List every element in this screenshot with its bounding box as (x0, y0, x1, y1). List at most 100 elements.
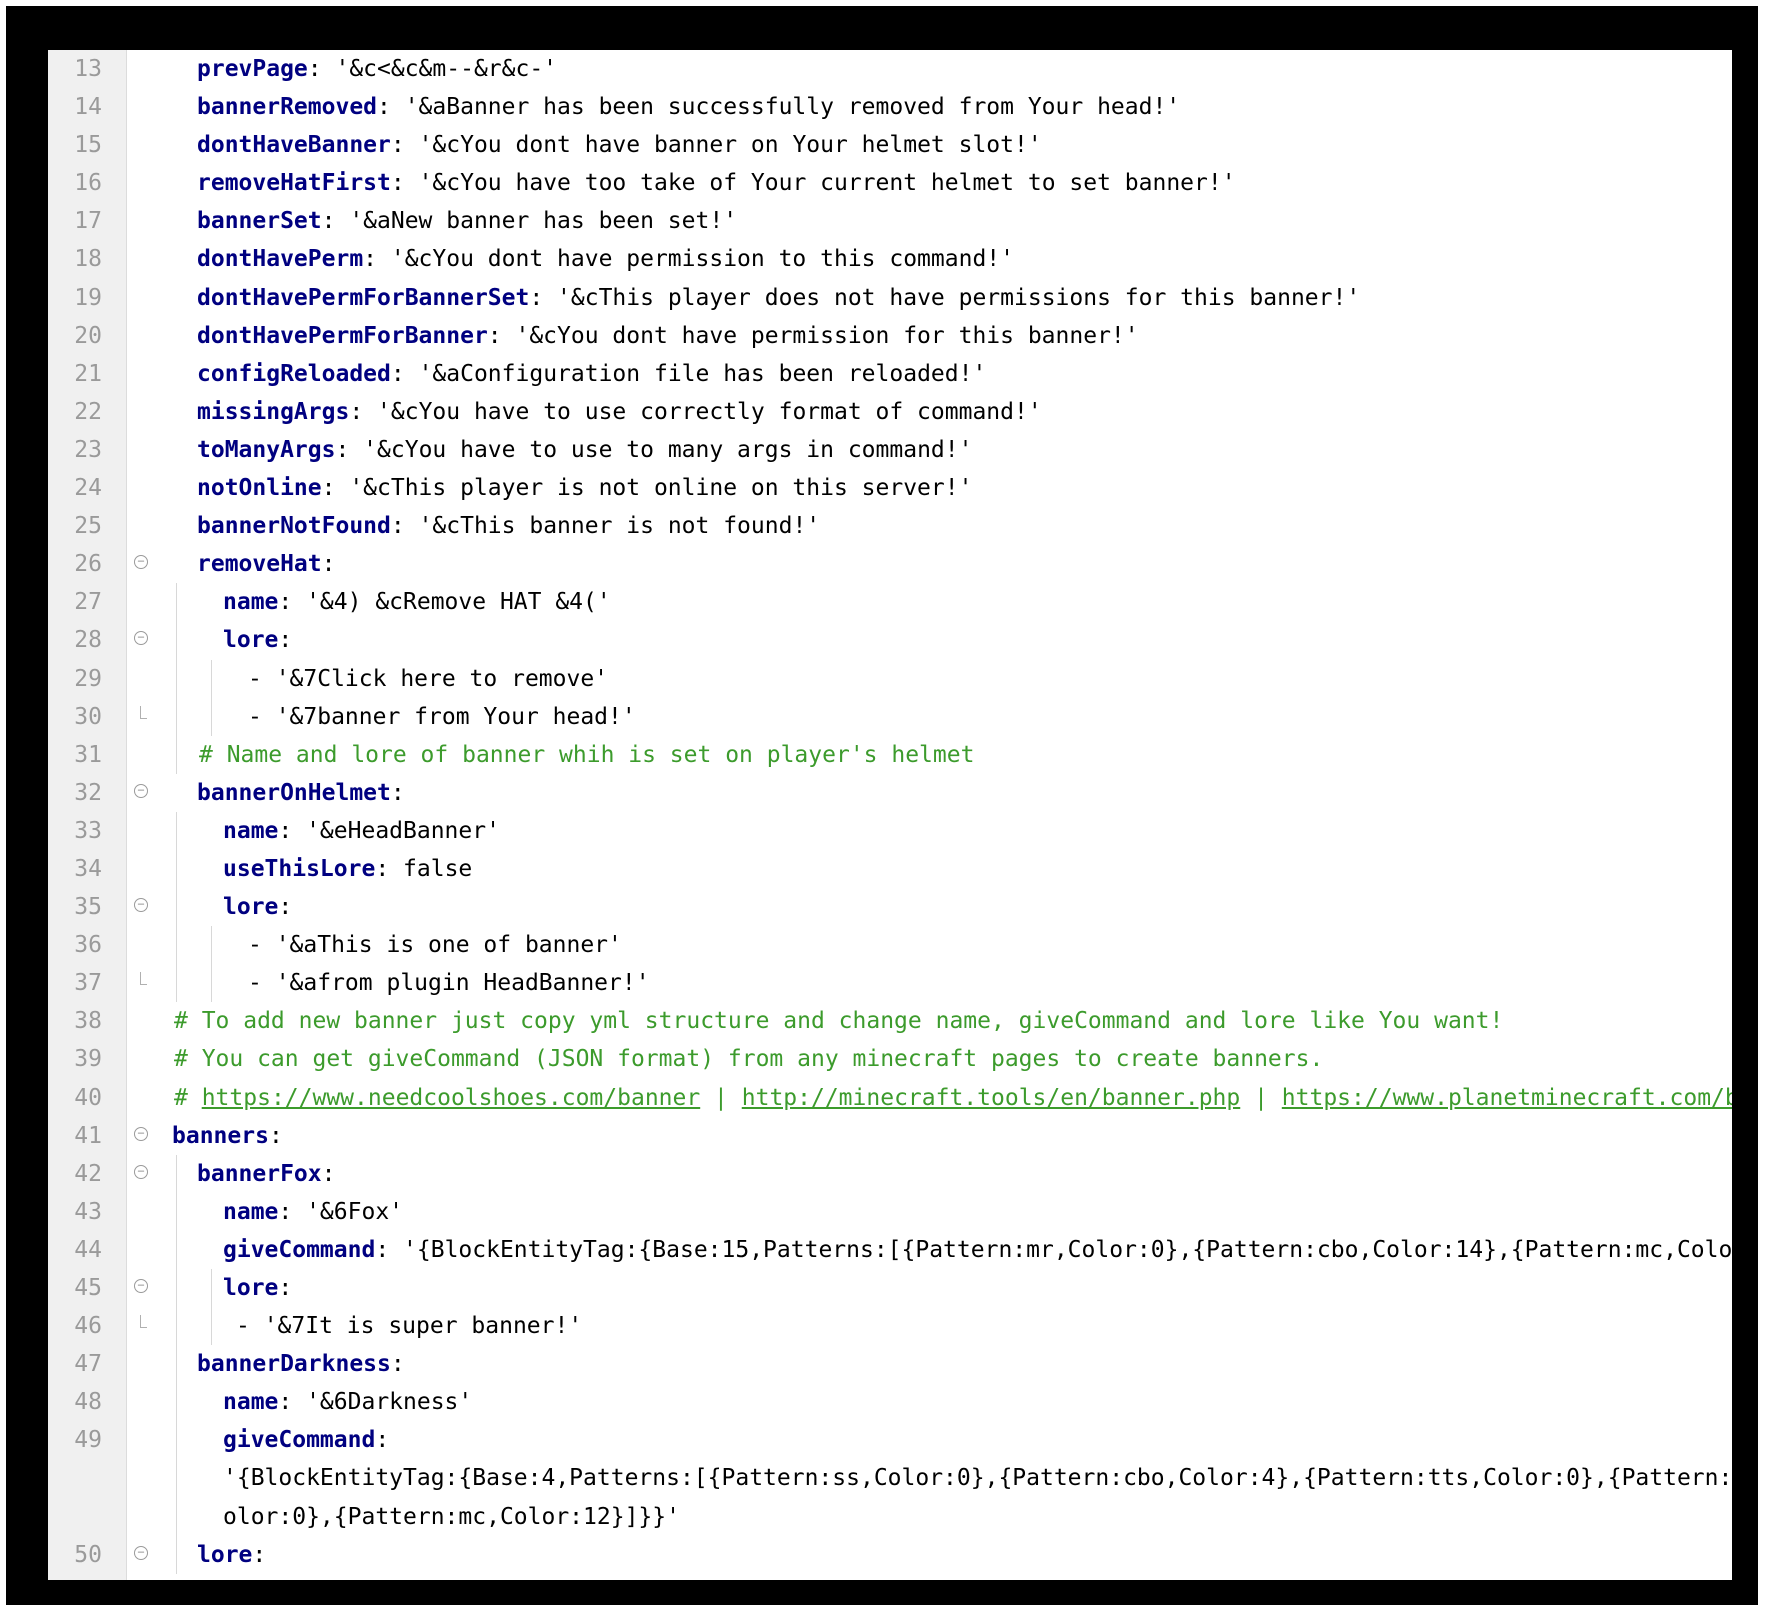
code-text[interactable]: bannerFox: (197, 1155, 335, 1193)
code-text[interactable]: - '&7It is super banner!' (236, 1307, 582, 1345)
code-text[interactable]: olor:0},{Pattern:mc,Color:12}]}}' (223, 1498, 680, 1536)
code-line[interactable]: 32 − bannerOnHelmet: (48, 774, 1732, 812)
code-line[interactable]: 47 bannerDarkness: (48, 1345, 1732, 1384)
code-line[interactable]: 25 bannerNotFound: '&cThis banner is not … (48, 507, 1732, 545)
code-line[interactable]: 39 # You can get giveCommand (JSON format… (48, 1040, 1732, 1078)
code-line[interactable]: 35 − lore: (48, 888, 1732, 927)
code-line[interactable]: 28 − lore: (48, 621, 1732, 660)
code-text[interactable]: bannerOnHelmet: (197, 774, 405, 812)
fold-toggle-icon[interactable]: − (134, 1279, 148, 1293)
code-text[interactable]: dontHavePerm: '&cYou dont have permissio… (197, 240, 1014, 278)
code-text[interactable]: name: '&6Fox' (223, 1193, 403, 1231)
code-line[interactable]: 46 - '&7It is super banner!' (48, 1307, 1732, 1346)
code-text[interactable]: useThisLore: false (223, 850, 472, 888)
link-separator: | (700, 1084, 742, 1111)
code-text[interactable]: toManyArgs: '&cYou have to use to many a… (197, 431, 972, 469)
code-line[interactable]: 34 useThisLore: false (48, 849, 1732, 889)
code-line[interactable]: 38 # To add new banner just copy yml stru… (48, 1002, 1732, 1040)
code-text[interactable]: dontHavePermForBanner: '&cYou dont have … (197, 317, 1139, 355)
code-text[interactable]: # You can get giveCommand (JSON format) … (174, 1040, 1323, 1078)
code-line[interactable]: 41 − banners: (48, 1117, 1732, 1155)
code-line[interactable]: 21 configReloaded: '&aConfiguration file … (48, 355, 1732, 393)
fold-toggle-icon[interactable]: − (134, 555, 148, 570)
code-line[interactable]: 24 notOnline: '&cThis player is not onlin… (48, 469, 1732, 507)
code-text[interactable]: bannerRemoved: '&aBanner has been succes… (197, 88, 1180, 126)
link[interactable]: https://www.planetminecraft.com/b (1282, 1085, 1732, 1111)
code-line[interactable]: 15 dontHaveBanner: '&cYou dont have banne… (48, 126, 1732, 164)
link[interactable]: https://www.needcoolshoes.com/banner (202, 1085, 701, 1111)
code-line[interactable]: 44 giveCommand: '{BlockEntityTag:{Base:15… (48, 1230, 1732, 1269)
code-text[interactable]: # Name and lore of banner whih is set on… (199, 736, 974, 774)
code-text[interactable]: notOnline: '&cThis player is not online … (197, 469, 972, 507)
code-line[interactable]: 18 dontHavePerm: '&cYou dont have permiss… (48, 240, 1732, 278)
code-text[interactable]: # To add new banner just copy yml struct… (174, 1002, 1503, 1040)
code-editor[interactable]: 13 prevPage: '&c<&c&m--&r&c-' 14 bannerRemo… (48, 50, 1732, 1580)
line-number: 31 (74, 741, 102, 768)
fold-toggle-icon[interactable]: − (134, 631, 148, 646)
code-line[interactable]: 23 toManyArgs: '&cYou have to use to many… (48, 431, 1732, 469)
code-line[interactable]: 36 - '&aThis is one of banner' (48, 926, 1732, 965)
code-line[interactable]: 16 removeHatFirst: '&cYou have too take o… (48, 164, 1732, 202)
line-number: 36 (74, 932, 102, 959)
code-line[interactable]: 50 − lore: (48, 1535, 1732, 1574)
code-line[interactable]: 20 dontHavePermForBanner: '&cYou dont hav… (48, 317, 1732, 355)
code-text[interactable]: - '&7banner from Your head!' (248, 698, 636, 736)
code-text[interactable]: giveCommand: (223, 1421, 389, 1459)
code-line[interactable]: 48 name: '&6Darkness' (48, 1383, 1732, 1422)
code-line[interactable]: 45 − lore: (48, 1269, 1732, 1308)
code-line[interactable]: 26 − removeHat: (48, 545, 1732, 583)
code-line[interactable]: 42 − bannerFox: (48, 1154, 1732, 1193)
code-line[interactable]: 29 - '&7Click here to remove' (48, 659, 1732, 698)
code-text[interactable]: lore: (197, 1536, 266, 1574)
fold-toggle-icon[interactable]: − (134, 898, 148, 913)
code-line[interactable]: 30 - '&7banner from Your head!' (48, 697, 1732, 736)
code-text[interactable]: - '&7Click here to remove' (248, 660, 608, 698)
code-line[interactable]: olor:0},{Pattern:mc,Color:12}]}}' (48, 1497, 1732, 1536)
fold-toggle-icon[interactable]: − (134, 1126, 148, 1141)
code-text[interactable]: dontHaveBanner: '&cYou dont have banner … (197, 126, 1042, 164)
code-text[interactable]: name: '&6Darkness' (223, 1383, 472, 1421)
code-text[interactable]: lore: (223, 1269, 292, 1307)
code-text[interactable]: bannerNotFound: '&cThis banner is not fo… (197, 507, 820, 545)
line-number: 50 (74, 1541, 102, 1568)
code-line[interactable]: 43 name: '&6Fox' (48, 1192, 1732, 1231)
code-text[interactable]: lore: (223, 621, 292, 659)
code-text[interactable]: - '&afrom plugin HeadBanner!' (248, 964, 650, 1002)
yaml-value: : '&cYou have to use correctly format of… (349, 398, 1042, 425)
code-text[interactable]: removeHat: (197, 545, 335, 583)
code-text[interactable]: configReloaded: '&aConfiguration file ha… (197, 355, 986, 393)
code-line[interactable]: 13 prevPage: '&c<&c&m--&r&c-' (48, 50, 1732, 88)
code-text[interactable]: missingArgs: '&cYou have to use correctl… (197, 393, 1042, 431)
code-line[interactable]: '{BlockEntityTag:{Base:4,Patterns:[{Patt… (48, 1459, 1732, 1498)
code-text[interactable]: banners: (172, 1117, 283, 1155)
code-line[interactable]: 17 bannerSet: '&aNew banner has been set!… (48, 202, 1732, 240)
fold-toggle-icon[interactable]: − (134, 783, 148, 798)
code-line[interactable]: 22 missingArgs: '&cYou have to use correc… (48, 393, 1732, 431)
code-line[interactable]: 27 name: '&4) &cRemove HAT &4(' (48, 583, 1732, 622)
code-text[interactable]: lore: (223, 888, 292, 926)
code-area[interactable]: 13 prevPage: '&c<&c&m--&r&c-' 14 bannerRemo… (48, 50, 1732, 1574)
code-text[interactable]: - '&aThis is one of banner' (248, 926, 622, 964)
code-line[interactable]: 40 # https://www.needcoolshoes.com/banner… (48, 1079, 1732, 1117)
code-line[interactable]: 33 name: '&eHeadBanner' (48, 811, 1732, 850)
indent-guide (211, 1269, 212, 1308)
code-line[interactable]: 31 # Name and lore of banner whih is set … (48, 735, 1732, 774)
code-text[interactable]: giveCommand: '{BlockEntityTag:{Base:15,P… (223, 1231, 1732, 1269)
code-text[interactable]: '{BlockEntityTag:{Base:4,Patterns:[{Patt… (223, 1459, 1732, 1497)
code-text[interactable]: bannerDarkness: (197, 1345, 405, 1383)
code-text[interactable]: bannerSet: '&aNew banner has been set!' (197, 202, 737, 240)
code-text[interactable]: removeHatFirst: '&cYou have too take of … (197, 164, 1236, 202)
link[interactable]: http://minecraft.tools/en/banner.php (742, 1085, 1241, 1111)
fold-toggle-icon[interactable]: − (134, 1164, 148, 1179)
code-line[interactable]: 49 giveCommand: (48, 1421, 1732, 1460)
code-line[interactable]: 19 dontHavePermForBannerSet: '&cThis play… (48, 279, 1732, 317)
code-text[interactable]: name: '&eHeadBanner' (223, 812, 500, 850)
fold-toggle-icon[interactable]: − (134, 1545, 148, 1560)
code-line[interactable]: 14 bannerRemoved: '&aBanner has been succ… (48, 88, 1732, 126)
code-text[interactable]: prevPage: '&c<&c&m--&r&c-' (197, 50, 557, 88)
line-number: 18 (74, 246, 102, 273)
code-text[interactable]: name: '&4) &cRemove HAT &4(' (223, 583, 611, 621)
code-text[interactable]: dontHavePermForBannerSet: '&cThis player… (197, 279, 1360, 317)
code-line[interactable]: 37 - '&afrom plugin HeadBanner!' (48, 964, 1732, 1003)
code-text[interactable]: # https://www.needcoolshoes.com/banner |… (174, 1079, 1732, 1117)
